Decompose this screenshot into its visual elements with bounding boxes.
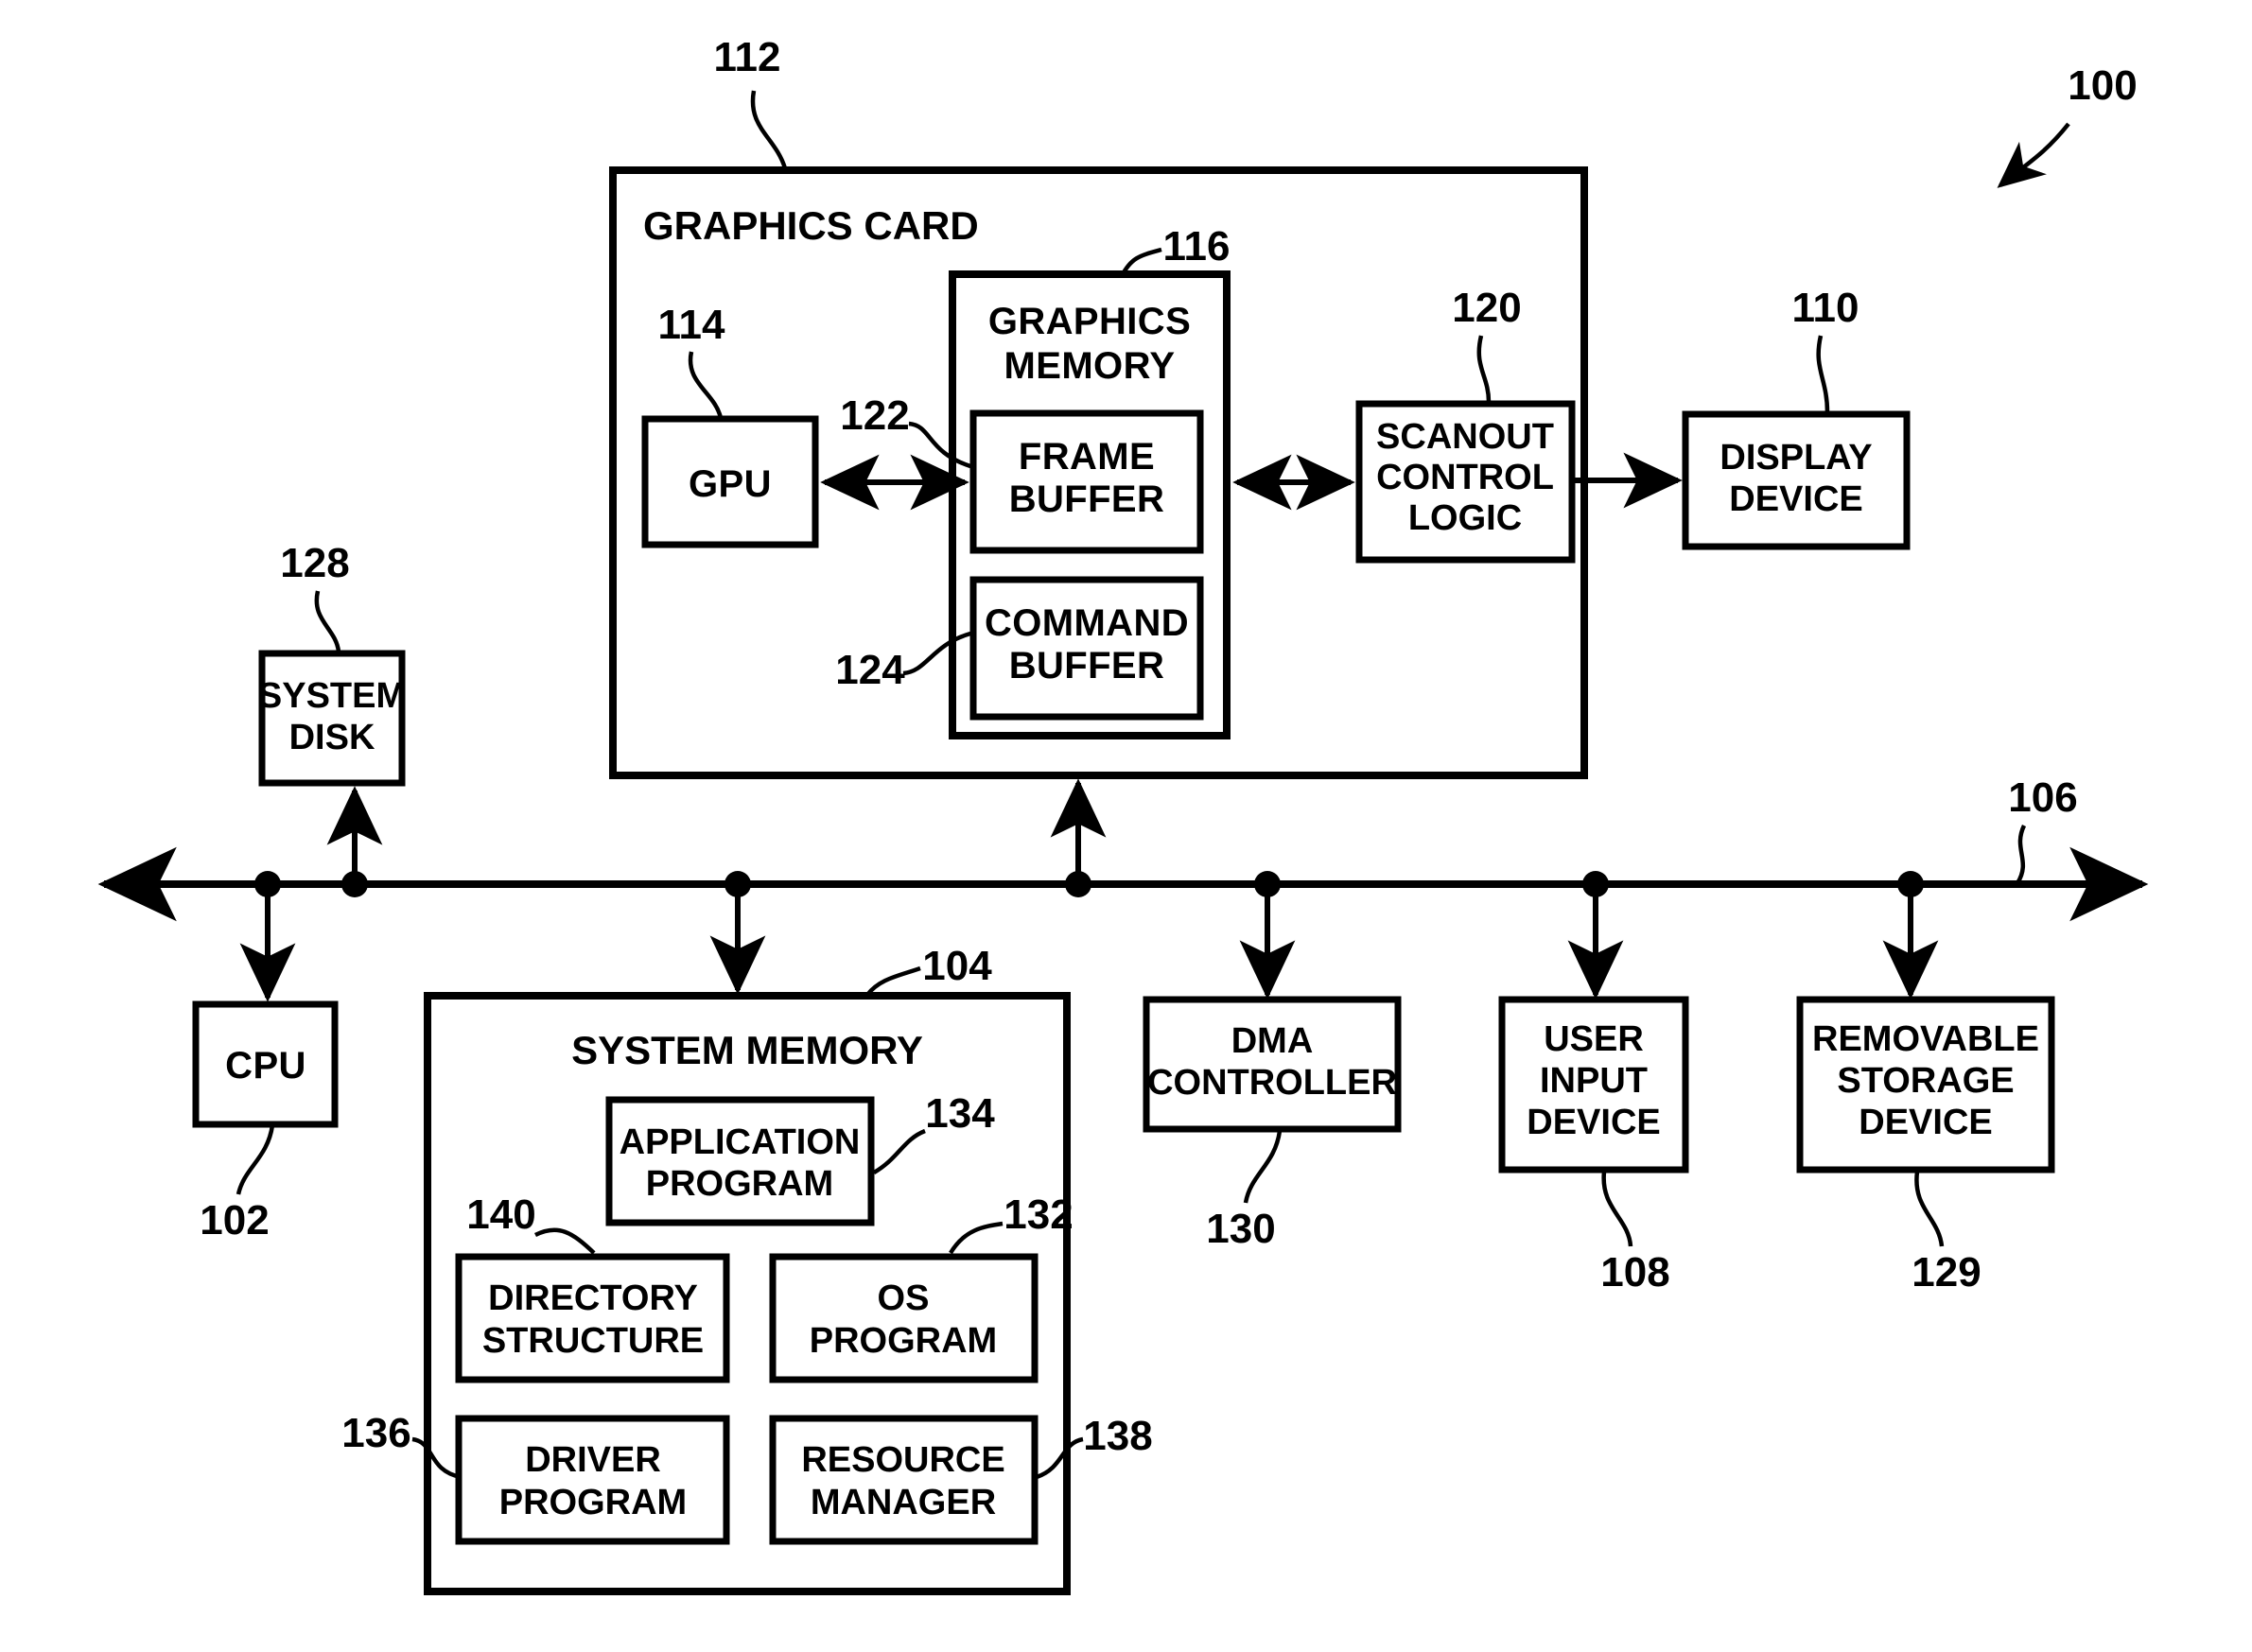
user-input-device-label-line2: INPUT [1540, 1061, 1648, 1101]
application-program-label-line2: PROGRAM [646, 1164, 833, 1204]
system-block-diagram: 100 GRAPHICS CARD 112 GRAPHICS MEMORY 11… [97, 34, 2149, 1595]
command-buffer-label-line1: COMMAND [985, 602, 1189, 644]
dma-controller-block[interactable]: DMA CONTROLLER [1143, 996, 1402, 1133]
figure-ref-100: 100 [1997, 62, 2138, 188]
cpu-block[interactable]: CPU [192, 1000, 339, 1128]
display-device-block[interactable]: DISPLAY DEVICE [1682, 410, 1911, 550]
driver-program-label-line1: DRIVER [525, 1440, 661, 1480]
system-disk-label-line1: SYSTEM [258, 676, 406, 716]
system-disk-ref-128: 128 [280, 540, 350, 652]
system-disk-label-line2: DISK [289, 718, 375, 757]
dma-controller-ref-label: 130 [1206, 1206, 1275, 1252]
system-bus-ref-label: 106 [2008, 774, 2077, 821]
system-disk-block[interactable]: SYSTEM DISK [258, 650, 406, 787]
command-buffer-ref-label: 124 [835, 647, 905, 693]
directory-structure-block[interactable]: DIRECTORY STRUCTURE [455, 1253, 730, 1383]
driver-program-label-line2: PROGRAM [499, 1483, 687, 1522]
os-program-label-line1: OS [878, 1278, 930, 1318]
graphics-memory-ref-label: 116 [1163, 223, 1231, 270]
directory-structure-label-line2: STRUCTURE [482, 1321, 704, 1361]
application-program-ref-label: 134 [925, 1090, 995, 1137]
removable-storage-device-ref-129: 129 [1912, 1171, 1981, 1296]
resource-manager-block[interactable]: RESOURCE MANAGER [769, 1415, 1039, 1545]
graphics-card-ref-label: 112 [714, 34, 781, 80]
graphics-card-title: GRAPHICS CARD [643, 203, 979, 248]
os-program-label-line2: PROGRAM [810, 1321, 997, 1361]
gpu-label: GPU [689, 463, 772, 505]
gpu-block[interactable]: GPU [641, 415, 819, 548]
frame-buffer-ref-label: 122 [840, 392, 909, 439]
removable-storage-ref-label: 129 [1912, 1249, 1981, 1296]
user-input-device-label-line3: DEVICE [1527, 1103, 1660, 1142]
frame-buffer-label-line2: BUFFER [1009, 478, 1165, 520]
application-program-label-line1: APPLICATION [620, 1122, 861, 1162]
scanout-label-line1: SCANOUT [1376, 417, 1554, 457]
removable-storage-label-line3: DEVICE [1859, 1103, 1992, 1142]
application-program-block[interactable]: APPLICATION PROGRAM [605, 1096, 875, 1226]
dma-controller-ref-130: 130 [1206, 1130, 1283, 1252]
system-memory-title: SYSTEM MEMORY [571, 1028, 923, 1072]
display-device-ref-label: 110 [1792, 285, 1859, 331]
figure-canvas: 100 GRAPHICS CARD 112 GRAPHICS MEMORY 11… [0, 0, 2252, 1652]
command-buffer-block[interactable]: COMMAND BUFFER [969, 576, 1204, 721]
display-device-label-line1: DISPLAY [1720, 438, 1872, 478]
user-input-device-ref-label: 108 [1600, 1249, 1669, 1296]
removable-storage-device-block[interactable]: REMOVABLE STORAGE DEVICE [1796, 996, 2055, 1174]
system-bus[interactable] [97, 846, 2149, 922]
resource-manager-rect[interactable] [769, 1415, 1039, 1545]
graphics-memory-title-line1: GRAPHICS [988, 301, 1191, 342]
command-buffer-label-line2: BUFFER [1009, 645, 1165, 687]
os-program-ref-label: 132 [1004, 1191, 1073, 1238]
resource-manager-label-line1: RESOURCE [801, 1440, 1004, 1480]
system-memory-ref-label: 104 [922, 943, 992, 989]
dma-controller-label-line2: CONTROLLER [1147, 1063, 1397, 1103]
scanout-control-logic-block[interactable]: SCANOUT CONTROL LOGIC [1355, 400, 1576, 564]
system-memory-ref-104: 104 [865, 943, 992, 997]
directory-structure-rect[interactable] [455, 1253, 730, 1383]
scanout-ref-label: 120 [1452, 285, 1521, 331]
graphics-card-ref-112: 112 [714, 34, 788, 169]
gpu-ref-label: 114 [658, 302, 726, 348]
resource-manager-label-line2: MANAGER [811, 1483, 996, 1522]
dma-controller-label-line1: DMA [1231, 1021, 1314, 1061]
scanout-label-line2: CONTROL [1376, 458, 1554, 497]
user-input-device-ref-108: 108 [1600, 1171, 1670, 1296]
directory-structure-label-line1: DIRECTORY [488, 1278, 698, 1318]
system-disk-ref-label: 128 [280, 540, 349, 586]
cpu-label: CPU [225, 1045, 306, 1087]
driver-program-ref-label: 136 [341, 1410, 410, 1456]
system-bus-ref-106: 106 [2008, 774, 2078, 885]
display-device-ref-110: 110 [1792, 285, 1859, 413]
frame-buffer-label-line1: FRAME [1019, 436, 1155, 478]
scanout-label-line3: LOGIC [1408, 498, 1522, 538]
removable-storage-label-line1: REMOVABLE [1812, 1019, 2039, 1059]
figure-ref-100-label: 100 [2068, 62, 2137, 109]
user-input-device-block[interactable]: USER INPUT DEVICE [1498, 996, 1689, 1174]
user-input-device-label-line1: USER [1544, 1019, 1644, 1059]
os-program-block[interactable]: OS PROGRAM [769, 1253, 1039, 1383]
display-device-label-line2: DEVICE [1729, 479, 1862, 519]
graphics-memory-title-line2: MEMORY [1004, 345, 1176, 387]
cpu-ref-102: 102 [200, 1124, 275, 1243]
driver-program-block[interactable]: DRIVER PROGRAM [455, 1415, 730, 1545]
frame-buffer-block[interactable]: FRAME BUFFER [969, 409, 1204, 554]
driver-program-rect[interactable] [455, 1415, 730, 1545]
os-program-rect[interactable] [769, 1253, 1039, 1383]
removable-storage-label-line2: STORAGE [1837, 1061, 2014, 1101]
cpu-ref-label: 102 [200, 1197, 269, 1243]
directory-structure-ref-label: 140 [466, 1191, 535, 1238]
resource-manager-ref-label: 138 [1083, 1413, 1152, 1459]
